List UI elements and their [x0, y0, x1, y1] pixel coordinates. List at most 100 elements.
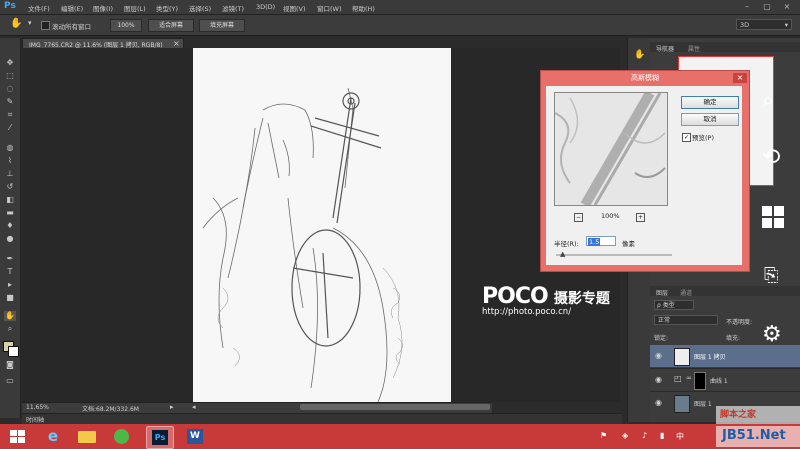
zoom-100-button[interactable]: 100%: [110, 19, 142, 32]
zoom-tool-icon[interactable]: ⌕: [4, 324, 16, 334]
visibility-eye-icon[interactable]: ◉: [655, 351, 662, 360]
crop-tool-icon[interactable]: ⌗: [4, 110, 16, 120]
fit-screen-button[interactable]: 适合屏幕: [148, 19, 194, 32]
pen-tool-icon[interactable]: ✒: [4, 254, 16, 264]
eyedropper-tool-icon[interactable]: ⁄: [4, 123, 16, 133]
move-tool-icon[interactable]: ✥: [4, 58, 16, 68]
layer-name[interactable]: 图层 1: [694, 399, 712, 408]
ok-button[interactable]: 确定: [681, 96, 739, 109]
zoom-in-icon[interactable]: +: [636, 213, 645, 222]
minimize-icon[interactable]: –: [740, 2, 754, 12]
tray-volume-icon[interactable]: ♪: [642, 431, 647, 440]
blend-mode-select[interactable]: 正常: [654, 315, 718, 325]
chevron-down-icon[interactable]: ▾: [28, 19, 32, 27]
share-icon[interactable]: ⟲: [762, 145, 780, 170]
scroll-all-checkbox[interactable]: [41, 21, 50, 30]
quick-mask-icon[interactable]: ◙: [4, 360, 16, 370]
search-icon[interactable]: ⌕: [762, 88, 774, 113]
type-tool-icon[interactable]: T: [4, 267, 16, 277]
internet-explorer-icon[interactable]: e: [40, 426, 66, 447]
hand-panel-icon[interactable]: ✋: [634, 50, 645, 60]
layer-name[interactable]: 曲线 1: [710, 376, 728, 385]
stamp-tool-icon[interactable]: ⊥: [4, 169, 16, 179]
radius-slider-thumb[interactable]: ▲: [560, 250, 565, 258]
background-color-swatch[interactable]: [8, 346, 19, 357]
close-tab-icon[interactable]: ×: [173, 39, 180, 48]
maximize-icon[interactable]: ▢: [760, 2, 774, 12]
layer-mask-thumbnail: [694, 372, 706, 390]
menu-edit[interactable]: 编辑(E): [61, 3, 83, 13]
chevron-down-icon: ▾: [784, 21, 788, 29]
preview-checkbox[interactable]: ✓: [682, 133, 691, 142]
tray-flag-icon[interactable]: ⚑: [600, 431, 607, 440]
menu-file[interactable]: 文件(F): [28, 3, 50, 13]
scroll-left-icon[interactable]: ◂: [192, 403, 196, 411]
menu-type[interactable]: 类型(Y): [156, 3, 178, 13]
layers-tabs: 图层 通道: [650, 286, 800, 297]
eraser-tool-icon[interactable]: ◧: [4, 195, 16, 205]
app-green-icon[interactable]: [108, 426, 134, 447]
radius-slider-track[interactable]: [556, 254, 672, 256]
hand-tool-icon: ✋: [10, 18, 23, 29]
dialog-close-button[interactable]: ×: [733, 73, 747, 83]
screen-mode-icon[interactable]: ▭: [4, 376, 16, 386]
lasso-tool-icon[interactable]: ◌: [4, 84, 16, 94]
history-brush-tool-icon[interactable]: ↺: [4, 182, 16, 192]
visibility-eye-icon[interactable]: ◉: [655, 375, 662, 384]
timeline-panel-tab[interactable]: 时间轴: [22, 413, 622, 424]
chain-link-icon[interactable]: ∞: [686, 374, 692, 382]
poco-brand: POCO: [482, 284, 549, 309]
tray-shield-icon[interactable]: ◈: [622, 431, 628, 440]
menu-select[interactable]: 选择(S): [189, 3, 211, 13]
photoshop-taskbar-icon[interactable]: Ps: [146, 426, 174, 449]
fill-screen-button[interactable]: 填充屏幕: [199, 19, 245, 32]
jb51-line1: 脚本之家: [720, 410, 757, 420]
word-icon[interactable]: W: [182, 426, 208, 447]
tray-network-icon[interactable]: ▮: [660, 431, 664, 440]
radius-input[interactable]: 1.5: [586, 236, 616, 246]
shape-tool-icon[interactable]: ■: [4, 293, 16, 303]
zoom-out-icon[interactable]: −: [574, 213, 583, 222]
blur-preview[interactable]: [554, 92, 668, 206]
menu-layer[interactable]: 图层(L): [124, 3, 146, 13]
fill-label: 填充:: [726, 335, 741, 342]
menu-window[interactable]: 窗口(W): [317, 3, 342, 13]
tab-channels[interactable]: 通道: [680, 288, 692, 297]
workspace-select[interactable]: 3D ▾: [736, 19, 792, 30]
path-select-tool-icon[interactable]: ▸: [4, 280, 16, 290]
dodge-tool-icon[interactable]: ●: [4, 234, 16, 244]
blur-tool-icon[interactable]: ♦: [4, 221, 16, 231]
tab-properties[interactable]: 属性: [688, 44, 700, 53]
layer-kind-filter[interactable]: ρ 类型: [654, 300, 694, 310]
device-icon[interactable]: ⎘: [764, 265, 778, 286]
menu-filter[interactable]: 滤镜(T): [222, 3, 244, 13]
quick-select-tool-icon[interactable]: ✎: [4, 97, 16, 107]
close-icon[interactable]: ×: [780, 2, 794, 12]
visibility-eye-icon[interactable]: ◉: [655, 398, 662, 407]
menu-view[interactable]: 视图(V): [283, 3, 306, 13]
gear-icon[interactable]: ⚙: [762, 322, 782, 347]
cancel-button[interactable]: 取消: [681, 113, 739, 126]
healing-tool-icon[interactable]: ◍: [4, 143, 16, 153]
layer-row[interactable]: ◉ ◰ ∞ 曲线 1: [650, 368, 800, 391]
windows-start-icon[interactable]: [6, 426, 32, 447]
layer-name[interactable]: 图层 1 拷贝: [694, 352, 726, 361]
tab-navigator[interactable]: 导航器: [656, 44, 674, 53]
status-arrow-icon[interactable]: ▸: [170, 403, 174, 411]
layer-row[interactable]: ◉ 图层 1 拷贝: [650, 345, 800, 367]
menu-image[interactable]: 图像(I): [93, 3, 113, 13]
tray-ime-icon[interactable]: 中: [676, 431, 684, 442]
zoom-level[interactable]: 11.65%: [26, 404, 49, 411]
gradient-tool-icon[interactable]: ▬: [4, 208, 16, 218]
menu-help[interactable]: 帮助(H): [352, 3, 375, 13]
windows-icon[interactable]: [762, 206, 784, 228]
brush-tool-icon[interactable]: ⌇: [4, 156, 16, 166]
tab-layers[interactable]: 图层: [656, 288, 668, 297]
hand-tool-icon[interactable]: ✋: [4, 311, 16, 321]
radius-value: 1.5: [588, 238, 601, 246]
marquee-tool-icon[interactable]: ⬚: [4, 71, 16, 81]
navigator-tabs: 导航器 属性: [650, 42, 800, 53]
horizontal-scrollbar[interactable]: [300, 404, 490, 410]
file-explorer-icon[interactable]: [74, 426, 100, 447]
menu-3d[interactable]: 3D(D): [256, 3, 275, 11]
